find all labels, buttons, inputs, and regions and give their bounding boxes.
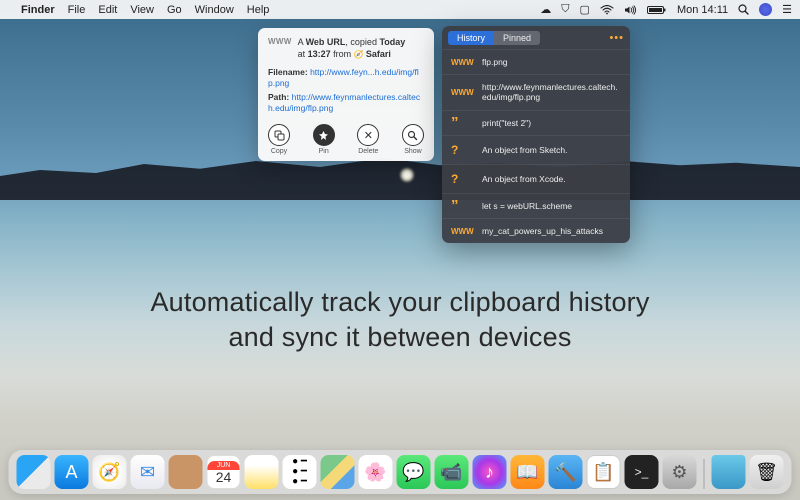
dock-reminders[interactable]: ● ━● ━● ━ — [283, 455, 317, 489]
menubar-right: ☁︎ ⛉ ▢ Mon 14:11 ☰ — [540, 3, 792, 16]
filename-label: Filename: — [268, 67, 308, 77]
dock-contacts[interactable] — [169, 455, 203, 489]
history-item[interactable]: ? An object from Xcode. — [442, 164, 630, 193]
pin-button[interactable]: Pin — [313, 124, 335, 155]
history-item[interactable]: WWW flp.png — [442, 49, 630, 74]
dock-separator — [704, 459, 705, 489]
history-item[interactable]: WWW http://www.feynmanlectures.caltech.e… — [442, 74, 630, 109]
desktop-sun — [400, 168, 414, 182]
dock: A 🧭 ✉︎ JUN 24 ● ━● ━● ━ 🌸 💬 📹 ♪ 📖 🔨 📋 >_… — [9, 450, 792, 494]
dock-appstore[interactable]: A — [55, 455, 89, 489]
history-tabs: History Pinned ••• — [442, 26, 630, 49]
more-button[interactable]: ••• — [609, 32, 624, 44]
menubar-clock[interactable]: Mon 14:11 — [677, 4, 728, 16]
dock-ibooks[interactable]: 📖 — [511, 455, 545, 489]
www-badge: WWW — [451, 227, 475, 236]
detail-type-badge: WWW — [268, 37, 292, 61]
menubar: Finder File Edit View Go Window Help ☁︎ … — [0, 0, 800, 19]
spotlight-icon[interactable] — [738, 4, 749, 15]
dock-calendar[interactable]: JUN 24 — [207, 455, 241, 489]
volume-icon[interactable] — [624, 5, 637, 15]
detail-path-row: Path: http://www.feynmanlectures.caltech… — [268, 92, 424, 114]
show-button[interactable]: Show — [402, 124, 424, 155]
menu-go[interactable]: Go — [167, 4, 182, 16]
dock-maps[interactable] — [321, 455, 355, 489]
dock-notes[interactable] — [245, 455, 279, 489]
detail-actions: Copy Pin ✕ Delete Show — [268, 122, 424, 155]
history-item[interactable]: WWW my_cat_powers_up_his_attacks — [442, 218, 630, 243]
detail-filename-row: Filename: http://www.feyn...h.edu/img/fl… — [268, 67, 424, 89]
unknown-icon: ? — [451, 172, 475, 186]
tab-pinned[interactable]: Pinned — [494, 31, 540, 45]
menu-view[interactable]: View — [130, 4, 154, 16]
www-badge: WWW — [451, 88, 475, 97]
quote-icon: ” — [451, 118, 475, 127]
clipboard-detail-card: WWW A Web URL, copied Today at 13:27 fro… — [258, 28, 434, 161]
history-item[interactable]: ” print("test 2") — [442, 110, 630, 135]
dock-trash[interactable]: 🗑 — [750, 455, 784, 489]
wifi-icon[interactable] — [600, 5, 614, 15]
history-item[interactable]: ” let s = webURL.scheme — [442, 193, 630, 218]
dock-pastebot[interactable]: 📋 — [587, 455, 621, 489]
delete-button[interactable]: ✕ Delete — [357, 124, 379, 155]
clipboard-history-panel: History Pinned ••• WWW flp.png WWW http:… — [442, 26, 630, 243]
display-icon[interactable]: ▢ — [580, 3, 590, 16]
unknown-icon: ? — [451, 143, 475, 157]
show-icon — [402, 124, 424, 146]
detail-header-text: A Web URL, copied Today at 13:27 from 🧭 … — [298, 36, 406, 61]
detail-header: WWW A Web URL, copied Today at 13:27 fro… — [268, 36, 424, 61]
dock-mail[interactable]: ✉︎ — [131, 455, 165, 489]
menu-help[interactable]: Help — [247, 4, 270, 16]
delete-icon: ✕ — [357, 124, 379, 146]
pin-icon — [313, 124, 335, 146]
copy-icon — [268, 124, 290, 146]
dock-messages[interactable]: 💬 — [397, 455, 431, 489]
quote-icon: ” — [451, 201, 475, 210]
menubar-app-name[interactable]: Finder — [21, 4, 55, 16]
copy-button[interactable]: Copy — [268, 124, 290, 155]
path-label: Path: — [268, 92, 289, 102]
shield-icon[interactable]: ⛉ — [561, 3, 569, 16]
siri-icon[interactable] — [759, 3, 772, 16]
dock-system-preferences[interactable]: ⚙︎ — [663, 455, 697, 489]
battery-icon[interactable] — [647, 5, 667, 15]
menubar-left: Finder File Edit View Go Window Help — [8, 4, 269, 16]
dock-finder[interactable] — [17, 455, 51, 489]
menu-edit[interactable]: Edit — [98, 4, 117, 16]
dock-safari[interactable]: 🧭 — [93, 455, 127, 489]
dock-xcode[interactable]: 🔨 — [549, 455, 583, 489]
dock-terminal[interactable]: >_ — [625, 455, 659, 489]
dock-itunes[interactable]: ♪ — [473, 455, 507, 489]
marketing-tagline: Automatically track your clipboard histo… — [0, 285, 800, 355]
tab-history[interactable]: History — [448, 31, 494, 45]
menu-window[interactable]: Window — [195, 4, 234, 16]
path-value: http://www.feynmanlectures.caltech.edu/i… — [268, 92, 420, 113]
history-item[interactable]: ? An object from Sketch. — [442, 135, 630, 164]
www-badge: WWW — [451, 58, 475, 67]
notification-center-icon[interactable]: ☰ — [782, 3, 792, 16]
dock-photos[interactable]: 🌸 — [359, 455, 393, 489]
cloud-icon[interactable]: ☁︎ — [540, 3, 551, 16]
menu-file[interactable]: File — [68, 4, 86, 16]
dock-downloads[interactable] — [712, 455, 746, 489]
dock-facetime[interactable]: 📹 — [435, 455, 469, 489]
safari-icon: 🧭 — [354, 50, 366, 59]
